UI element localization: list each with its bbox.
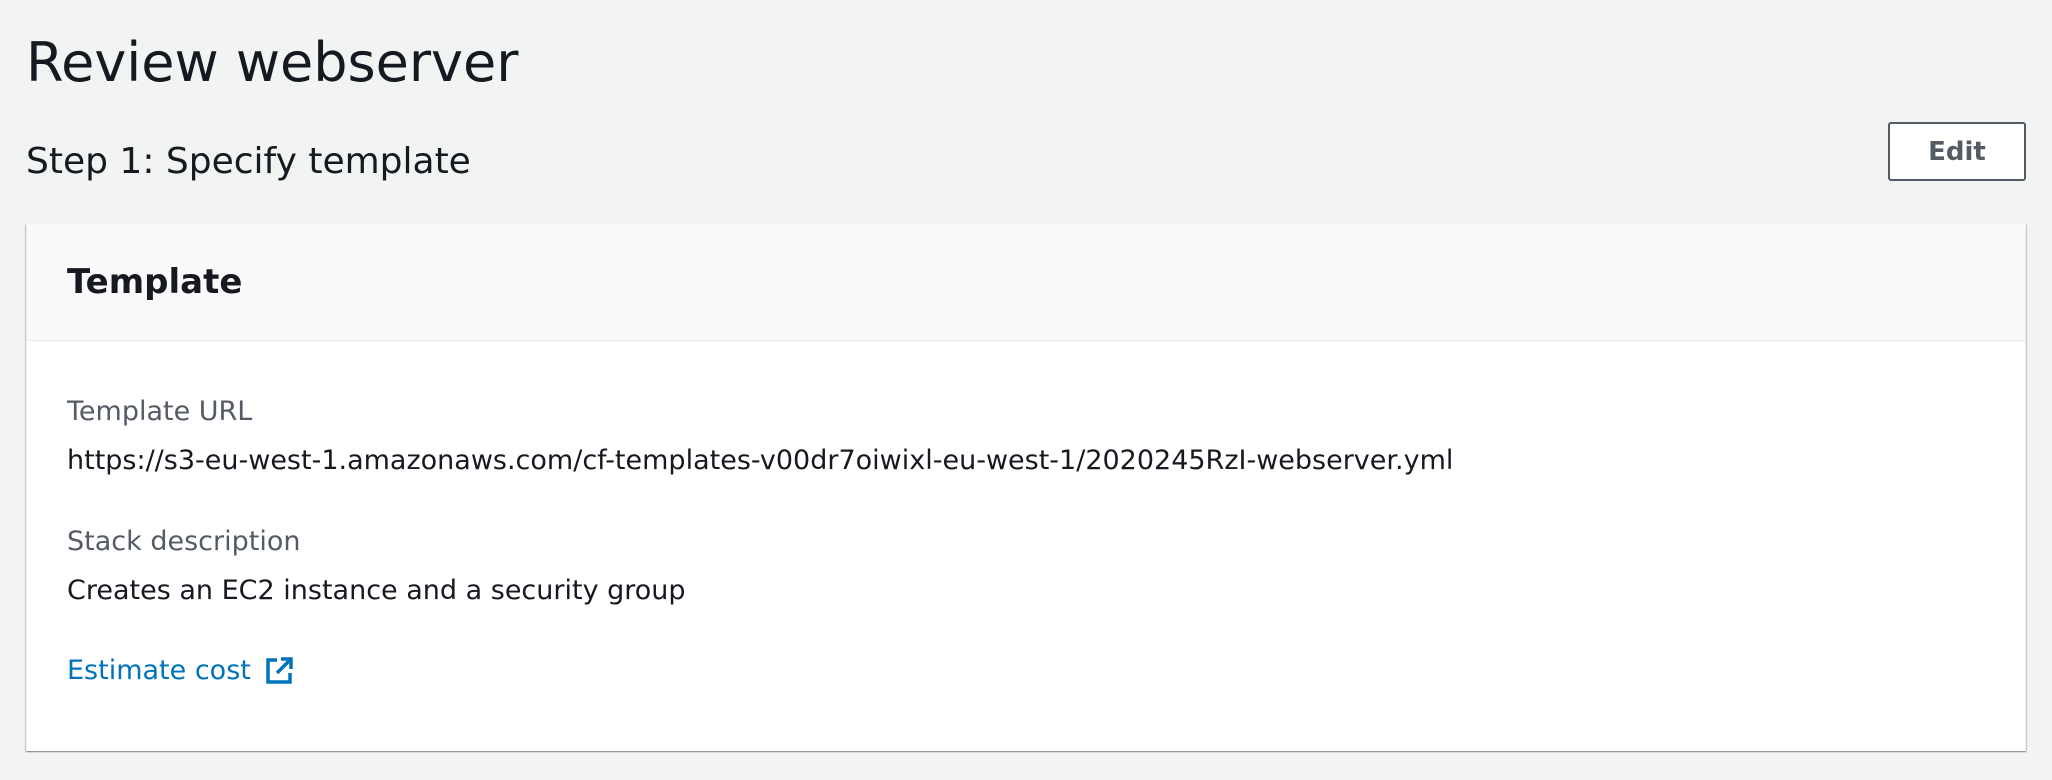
- edit-button[interactable]: Edit: [1888, 122, 2026, 181]
- estimate-cost-label: Estimate cost: [67, 655, 251, 686]
- card-header-title: Template: [67, 262, 243, 302]
- template-card: Template Template URL https://s3-eu-west…: [26, 224, 2026, 751]
- step-title: Step 1: Specify template: [26, 141, 471, 182]
- stack-description-label: Stack description: [67, 526, 301, 557]
- external-link-icon: [263, 655, 295, 687]
- estimate-cost-link[interactable]: Estimate cost: [67, 654, 295, 688]
- stack-description-value: Creates an EC2 instance and a security g…: [67, 575, 686, 606]
- template-url-label: Template URL: [67, 396, 253, 427]
- card-header: Template: [27, 224, 2025, 341]
- page-title: Review webserver: [26, 31, 519, 94]
- template-url-value: https://s3-eu-west-1.amazonaws.com/cf-te…: [67, 445, 1454, 476]
